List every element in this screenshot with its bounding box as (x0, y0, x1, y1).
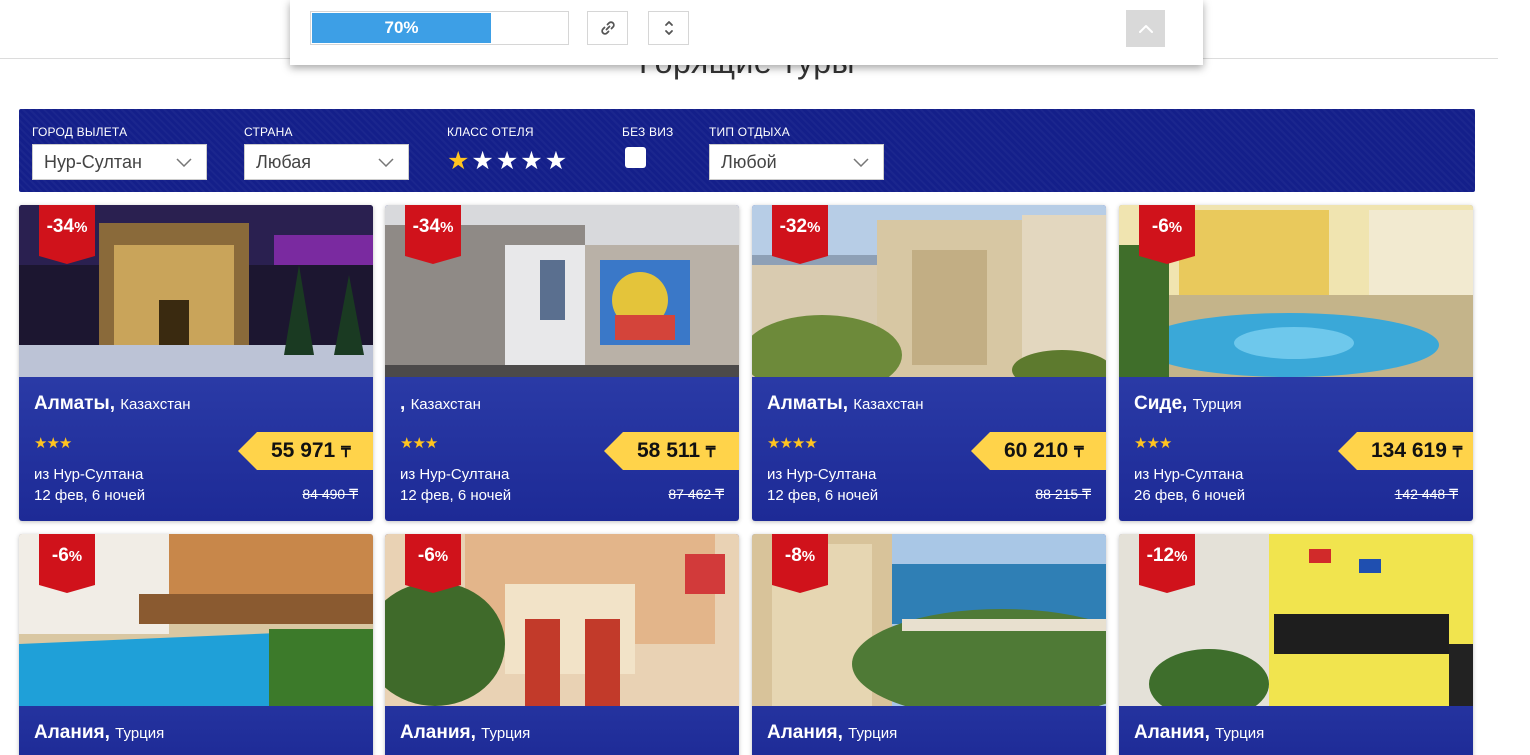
tour-country: Казахстан (410, 396, 481, 413)
discount-badge: -6% (405, 534, 461, 593)
rest-type-select[interactable]: Любой (709, 144, 884, 180)
hotel-rating: ★★★★ (767, 435, 818, 452)
tour-city: Алания, Турция (1134, 722, 1265, 743)
tour-card[interactable]: -8% Алания, Турция (752, 534, 1106, 755)
tour-country: Турция (481, 725, 531, 742)
tour-card[interactable]: -32% Алматы, Казахстан ★★★★ 60 210 ₸ из … (752, 205, 1106, 521)
tour-price[interactable]: 134 619 ₸ (1338, 432, 1473, 470)
old-price: 87 462 ₸ (668, 486, 724, 502)
tour-country: Турция (1192, 396, 1242, 413)
tour-card[interactable]: -34% , Казахстан ★★★ 58 511 ₸ из Нур-Сул… (385, 205, 739, 521)
discount-badge: -34% (405, 205, 461, 264)
star-icon[interactable]: ★ (471, 147, 493, 175)
hotel-class-stars[interactable]: ★ ★ ★ ★ ★ (447, 147, 567, 175)
chevron-down-icon (176, 158, 192, 167)
departure-label: ГОРОД ВЫЛЕТА (32, 125, 128, 139)
tour-country: Казахстан (120, 396, 191, 413)
tour-card[interactable]: -34% Алматы, Казахстан ★★★ 55 971 ₸ из Н… (19, 205, 373, 521)
tour-city: Сиде, Турция (1134, 393, 1242, 414)
chevron-up-icon (1138, 24, 1153, 33)
hotel-rating: ★★★ (1134, 435, 1172, 452)
tour-date: 12 фев, 6 ночей (34, 487, 146, 504)
sort-icon (664, 21, 673, 35)
tour-date: 12 фев, 6 ночей (767, 487, 879, 504)
star-icon[interactable]: ★ (520, 147, 542, 175)
hotel-class-label: КЛАСС ОТЕЛЯ (447, 125, 534, 139)
no-visa-label: БЕЗ ВИЗ (622, 125, 674, 139)
chevron-down-icon (378, 158, 394, 167)
tour-card[interactable]: -6% Сиде, Турция ★★★ 134 619 ₸ из Нур-Су… (1119, 205, 1473, 521)
reading-progress-toolbar: 70% (290, 0, 1203, 65)
progress-label: 70% (384, 18, 419, 37)
chevron-down-icon (853, 158, 869, 167)
star-icon[interactable]: ★ (545, 147, 567, 175)
departure-value: Нур-Султан (44, 152, 142, 172)
hotel-rating: ★★★ (34, 435, 72, 452)
country-label: СТРАНА (244, 125, 293, 139)
tour-country: Турция (115, 725, 165, 742)
star-icon[interactable]: ★ (447, 147, 469, 175)
tour-date: 12 фев, 6 ночей (400, 487, 512, 504)
tour-country: Казахстан (853, 396, 924, 413)
rest-type-label: ТИП ОТДЫХА (709, 125, 790, 139)
copy-link-button[interactable] (587, 11, 628, 45)
tour-city: , Казахстан (400, 393, 481, 414)
discount-badge: -8% (772, 534, 828, 593)
tour-country: Турция (848, 725, 898, 742)
link-icon (600, 21, 615, 35)
old-price: 88 215 ₸ (1035, 486, 1091, 502)
discount-badge: -6% (39, 534, 95, 593)
tour-date: 26 фев, 6 ночей (1134, 487, 1246, 504)
discount-badge: -32% (772, 205, 828, 264)
discount-badge: -6% (1139, 205, 1195, 264)
country-select[interactable]: Любая (244, 144, 409, 180)
progress-bar: 70% (310, 11, 569, 45)
departure-city: из Нур-Султана (1134, 466, 1244, 483)
departure-select[interactable]: Нур-Султан (32, 144, 207, 180)
tour-card[interactable]: -6% Алания, Турция (19, 534, 373, 755)
old-price: 142 448 ₸ (1394, 486, 1458, 502)
star-icon[interactable]: ★ (496, 147, 518, 175)
country-value: Любая (256, 152, 311, 172)
departure-city: из Нур-Султана (400, 466, 510, 483)
tour-card[interactable]: -6% Алания, Турция (385, 534, 739, 755)
tour-city: Алматы, Казахстан (34, 393, 191, 414)
discount-badge: -34% (39, 205, 95, 264)
discount-badge: -12% (1139, 534, 1195, 593)
tour-price[interactable]: 60 210 ₸ (971, 432, 1106, 470)
departure-city: из Нур-Султана (34, 466, 144, 483)
tour-filter-bar: ГОРОД ВЫЛЕТА Нур-Султан СТРАНА Любая КЛА… (19, 109, 1475, 192)
departure-city: из Нур-Султана (767, 466, 877, 483)
old-price: 84 490 ₸ (302, 486, 358, 502)
hotel-rating: ★★★ (400, 435, 438, 452)
tour-card[interactable]: -12% Алания, Турция (1119, 534, 1473, 755)
expand-collapse-button[interactable] (648, 11, 689, 45)
tour-country: Турция (1215, 725, 1265, 742)
tour-price[interactable]: 58 511 ₸ (604, 432, 739, 470)
tour-city: Алания, Турция (34, 722, 165, 743)
tour-city: Алания, Турция (767, 722, 898, 743)
tour-price[interactable]: 55 971 ₸ (238, 432, 373, 470)
rest-type-value: Любой (721, 152, 777, 172)
tour-city: Алания, Турция (400, 722, 531, 743)
scroll-to-top-button[interactable] (1126, 10, 1165, 47)
tour-city: Алматы, Казахстан (767, 393, 924, 414)
no-visa-checkbox[interactable] (625, 147, 646, 168)
